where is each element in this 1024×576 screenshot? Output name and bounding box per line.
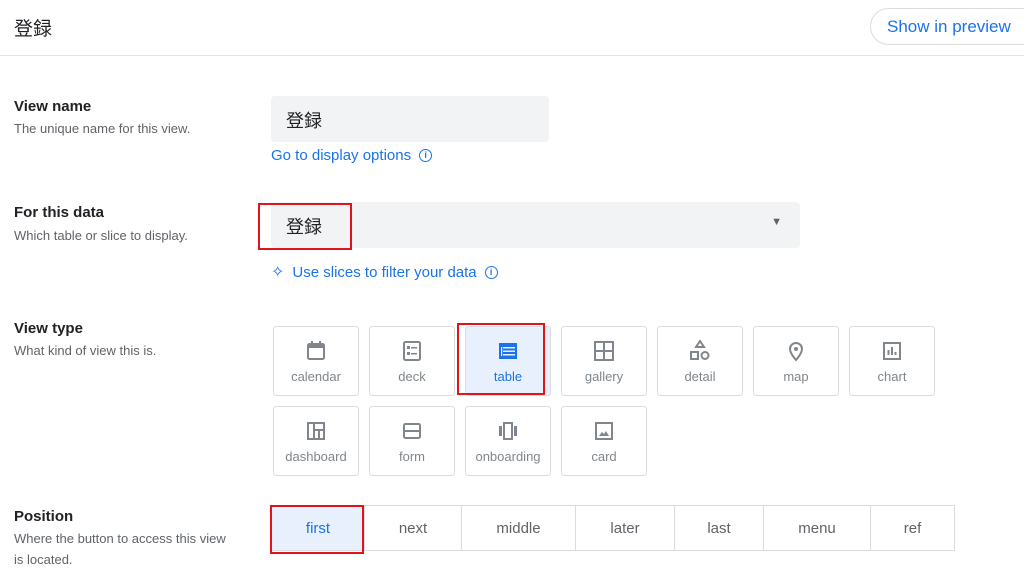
tile-label: gallery — [584, 368, 624, 384]
onboarding-icon — [499, 421, 517, 440]
position-ref[interactable]: ref — [870, 505, 955, 551]
tile-label: calendar — [291, 368, 341, 384]
position-menu[interactable]: menu — [763, 505, 871, 551]
tile-label: detail — [684, 368, 716, 384]
info-icon[interactable]: i — [419, 149, 433, 162]
view-type-map[interactable]: map — [753, 326, 839, 396]
deck-icon — [403, 340, 421, 361]
position-description: Where the button to access this view is … — [14, 531, 226, 567]
show-in-preview-button[interactable]: Show in preview — [870, 8, 1024, 45]
view-type-onboarding[interactable]: onboarding — [465, 406, 551, 476]
card-icon — [595, 421, 613, 440]
view-type-form[interactable]: form — [369, 406, 455, 476]
link-text: Use slices to filter your data — [292, 263, 477, 281]
view-type-dashboard[interactable]: dashboard — [273, 406, 359, 476]
position-last[interactable]: last — [674, 505, 764, 551]
info-icon[interactable]: i — [484, 265, 498, 279]
view-type-calendar[interactable]: calendar — [273, 326, 359, 396]
tile-label: deck — [398, 368, 426, 384]
view-type-detail[interactable]: detail — [657, 326, 743, 396]
tile-label: dashboard — [285, 448, 347, 464]
page-title: 登録 — [14, 19, 53, 40]
tile-label: form — [399, 448, 425, 464]
view-type-card[interactable]: card — [561, 406, 647, 476]
form-icon — [403, 422, 421, 439]
chevron-down-icon: ▼ — [771, 216, 782, 228]
position-label: Position — [14, 508, 74, 525]
tile-label: card — [591, 448, 617, 464]
chart-icon — [883, 341, 901, 360]
calendar-icon — [307, 340, 325, 360]
view-type-deck[interactable]: deck — [369, 326, 455, 396]
view-name-description: The unique name for this view. — [14, 121, 191, 136]
for-this-data-label: For this data — [14, 204, 105, 221]
view-type-description: What kind of view this is. — [14, 343, 157, 358]
position-later[interactable]: later — [575, 505, 675, 551]
view-name-input[interactable]: 登録 — [271, 96, 549, 142]
detail-icon — [690, 338, 710, 360]
highlight-box — [258, 203, 352, 250]
tile-label: map — [783, 368, 809, 384]
view-name-label: View name — [14, 98, 92, 115]
position-middle[interactable]: middle — [461, 505, 576, 551]
sparkle-icon: ✧ — [271, 264, 285, 281]
link-text: Go to display options — [271, 147, 412, 164]
tile-label: onboarding — [475, 448, 541, 464]
for-this-data-description: Which table or slice to display. — [14, 228, 188, 243]
highlight-box — [457, 323, 545, 395]
view-type-label: View type — [14, 320, 83, 337]
view-type-chart[interactable]: chart — [849, 326, 935, 396]
map-icon — [788, 341, 804, 361]
dashboard-icon — [307, 421, 325, 440]
position-next[interactable]: next — [364, 505, 462, 551]
go-to-display-options-link[interactable]: Go to display options i — [271, 147, 433, 164]
highlight-box — [270, 505, 364, 554]
view-type-gallery[interactable]: gallery — [561, 326, 647, 396]
use-slices-link[interactable]: ✧ Use slices to filter your data i — [271, 262, 498, 282]
gallery-icon — [594, 340, 614, 361]
tile-label: chart — [877, 368, 907, 384]
